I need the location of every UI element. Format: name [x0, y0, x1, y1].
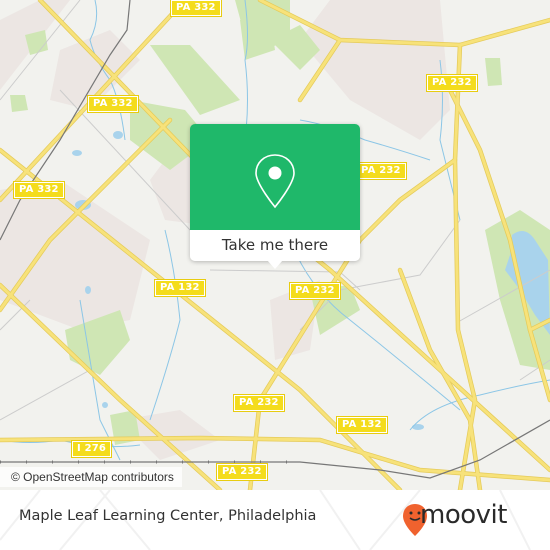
- road-shield-pa232: PA 232: [216, 463, 268, 481]
- road-shield-pa332: PA 332: [87, 95, 139, 113]
- road-shield-pa232: PA 232: [426, 74, 478, 92]
- moovit-brand: moovit: [420, 500, 507, 530]
- road-shield-pa232: PA 232: [355, 162, 407, 180]
- road-shield-pa232: PA 232: [289, 282, 341, 300]
- road-shield-pa332: PA 332: [170, 0, 222, 17]
- take-me-there-button[interactable]: Take me there: [190, 230, 360, 261]
- road-shield-i276: I 276: [70, 440, 113, 458]
- map-attribution[interactable]: © OpenStreetMap contributors: [0, 467, 182, 487]
- road-shield-pa332: PA 332: [13, 181, 65, 199]
- map-view[interactable]: PA 332 PA 332 PA 332 PA 232 PA 232 PA 23…: [0, 0, 550, 490]
- footer-bar: Maple Leaf Learning Center, Philadelphia…: [0, 490, 550, 550]
- road-shield-pa132: PA 132: [336, 416, 388, 434]
- location-popup: Take me there: [190, 124, 360, 269]
- road-shield-pa232: PA 232: [233, 394, 285, 412]
- popup-header: [190, 124, 360, 230]
- popup-pointer: [267, 260, 283, 269]
- road-shield-pa132: PA 132: [154, 279, 206, 297]
- place-name: Maple Leaf Learning Center, Philadelphia: [19, 508, 317, 524]
- map-pin-icon: [255, 154, 295, 209]
